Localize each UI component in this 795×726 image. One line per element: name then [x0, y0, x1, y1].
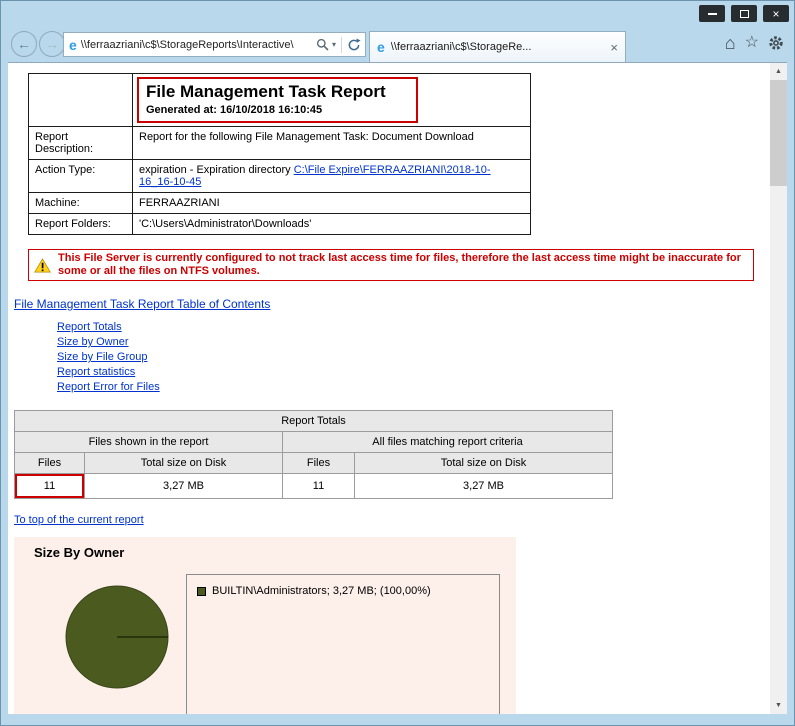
table-row: Report Totals — [14, 410, 613, 432]
report-label-cell — [28, 73, 133, 127]
totals-group-header-shown: Files shown in the report — [14, 431, 283, 453]
address-bar-icons: ▾ — [316, 36, 361, 53]
report-totals-table: Report Totals Files shown in the report … — [14, 410, 613, 499]
report-page: File Management Task Report Generated at… — [8, 63, 770, 714]
page-viewport: File Management Task Report Generated at… — [8, 62, 787, 714]
forward-button[interactable]: → — [39, 31, 65, 57]
settings-gear-icon[interactable] — [768, 35, 784, 51]
address-divider — [341, 36, 342, 53]
report-header-table: File Management Task Report Generated at… — [28, 73, 531, 235]
annotation-box-title: File Management Task Report Generated at… — [137, 77, 418, 123]
maximize-icon — [739, 9, 749, 18]
size-by-owner-section: Size By Owner BUILTIN\Administrators; 3,… — [14, 537, 516, 714]
totals-col-header: Files — [282, 452, 355, 474]
close-button[interactable]: × — [763, 5, 789, 22]
back-arrow-icon: ← — [17, 36, 31, 52]
browser-tab[interactable]: e \\ferraazriani\c$\StorageRe... × — [369, 31, 626, 62]
table-row: Files Total size on Disk Files Total siz… — [14, 452, 613, 474]
table-row: 11 3,27 MB 11 3,27 MB — [14, 473, 613, 499]
browser-window: × ← → e \\ferraazriani\c$\StorageReports… — [0, 0, 795, 726]
tab-title: \\ferraazriani\c$\StorageRe... — [390, 41, 532, 53]
caption-buttons: × — [699, 5, 789, 22]
totals-files-all: 11 — [282, 473, 355, 499]
report-label-cell: Report Folders: — [28, 213, 133, 235]
address-bar[interactable]: e \\ferraazriani\c$\StorageReports\Inter… — [63, 32, 366, 57]
search-icon[interactable] — [316, 38, 329, 51]
legend-label: BUILTIN\Administrators; 3,27 MB; (100,00… — [212, 585, 431, 597]
totals-size-shown: 3,27 MB — [84, 473, 283, 499]
chart-legend: BUILTIN\Administrators; 3,27 MB; (100,00… — [186, 574, 500, 714]
report-value-cell: expiration - Expiration directory C:\Fil… — [132, 159, 531, 193]
totals-col-header: Total size on Disk — [84, 452, 283, 474]
report-value-cell: 'C:\Users\Administrator\Downloads' — [132, 213, 531, 235]
refresh-icon[interactable] — [347, 37, 361, 52]
legend-swatch — [197, 586, 206, 596]
report-label-cell: Machine: — [28, 192, 133, 214]
back-button[interactable]: ← — [11, 31, 37, 57]
warning-banner: This File Server is currently configured… — [28, 249, 754, 281]
table-row: Machine: FERRAAZRIANI — [28, 192, 531, 214]
table-row: Report Folders: 'C:\Users\Administrator\… — [28, 213, 531, 235]
tab-favicon-icon: e — [377, 39, 385, 55]
navigation-bar: ← → e \\ferraazriani\c$\StorageReports\I… — [0, 28, 795, 62]
toc-link-size-by-file-group[interactable]: Size by File Group — [57, 350, 770, 365]
table-row: Action Type: expiration - Expiration dir… — [28, 159, 531, 193]
warning-text: This File Server is currently configured… — [58, 252, 741, 277]
address-url[interactable]: \\ferraazriani\c$\StorageReports\Interac… — [81, 39, 312, 51]
table-row: Files shown in the report All files matc… — [14, 431, 613, 453]
table-row: File Management Task Report Generated at… — [28, 73, 531, 127]
forward-arrow-icon: → — [45, 36, 59, 52]
report-value-cell: FERRAAZRIANI — [132, 192, 531, 214]
report-value-cell: Report for the following File Management… — [132, 126, 531, 160]
scroll-down-icon[interactable]: ▼ — [770, 697, 787, 714]
to-top-container: To top of the current report — [14, 514, 770, 526]
report-title: File Management Task Report — [146, 82, 386, 101]
totals-size-all: 3,27 MB — [354, 473, 613, 499]
action-type-text: expiration - Expiration directory — [139, 164, 294, 176]
chevron-down-icon[interactable]: ▾ — [332, 40, 336, 49]
report-generated-at: Generated at: 16/10/2018 16:10:45 — [146, 104, 323, 116]
ie-page-icon: e — [69, 36, 77, 53]
vertical-scrollbar[interactable]: ▲ ▼ — [770, 63, 787, 714]
minimize-button[interactable] — [699, 5, 725, 22]
home-icon[interactable]: ⌂ — [725, 34, 736, 52]
scroll-up-icon[interactable]: ▲ — [770, 63, 787, 80]
report-label-cell: Report Description: — [28, 126, 133, 160]
toc-heading: File Management Task Report Table of Con… — [14, 297, 770, 311]
toc-link-report-totals[interactable]: Report Totals — [57, 320, 770, 335]
totals-col-header: Total size on Disk — [354, 452, 613, 474]
report-label-cell: Action Type: — [28, 159, 133, 193]
close-icon: × — [772, 6, 780, 21]
toc-link-size-by-owner[interactable]: Size by Owner — [57, 335, 770, 350]
toc-links: Report Totals Size by Owner Size by File… — [57, 320, 770, 395]
tab-close-icon[interactable]: × — [610, 41, 618, 54]
to-top-link[interactable]: To top of the current report — [14, 514, 144, 526]
totals-title: Report Totals — [14, 410, 613, 432]
totals-files-shown-annotated: 11 — [14, 473, 85, 499]
pie-chart — [65, 585, 169, 689]
maximize-button[interactable] — [731, 5, 757, 22]
browser-action-icons: ⌂ ☆ — [725, 34, 784, 52]
legend-item: BUILTIN\Administrators; 3,27 MB; (100,00… — [197, 585, 499, 597]
title-bar: × — [0, 0, 795, 28]
toc-link-report-error-for-files[interactable]: Report Error for Files — [57, 380, 770, 395]
toc-link-report-statistics[interactable]: Report statistics — [57, 365, 770, 380]
size-by-owner-title: Size By Owner — [34, 545, 125, 560]
totals-col-header: Files — [14, 452, 85, 474]
report-title-cell: File Management Task Report Generated at… — [132, 73, 531, 127]
toc-title-link[interactable]: File Management Task Report Table of Con… — [14, 297, 270, 311]
warning-icon — [34, 257, 51, 272]
minimize-icon — [707, 12, 717, 15]
table-row: Report Description: Report for the follo… — [28, 126, 531, 160]
scrollbar-thumb[interactable] — [770, 80, 787, 186]
favorites-star-icon[interactable]: ☆ — [745, 35, 759, 51]
totals-group-header-all: All files matching report criteria — [282, 431, 613, 453]
